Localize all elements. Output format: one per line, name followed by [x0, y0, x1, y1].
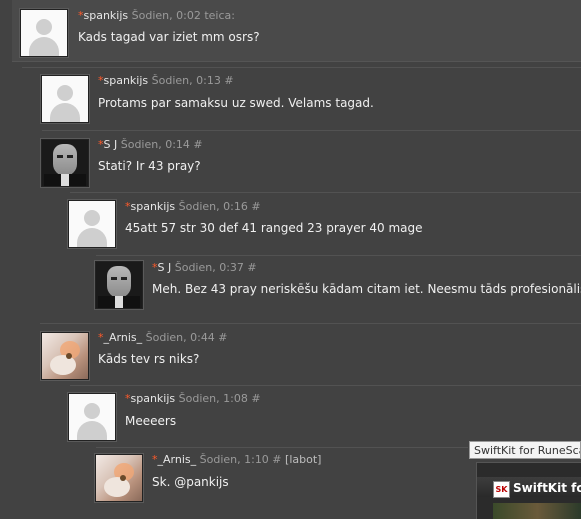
comment-meta: *_Arnis_ Šodien, 1:10 # [labot] [152, 453, 321, 466]
preview-title: SwiftKit for R [513, 481, 581, 495]
comment-text: Kāds tev rs niks? [98, 352, 200, 366]
comment-text: Meh. Bez 43 pray neriskēšu kādam citam i… [152, 282, 581, 296]
divider [96, 255, 581, 256]
divider [40, 323, 581, 324]
divider [22, 67, 581, 68]
comment-timestamp: Šodien, 0:44 # [145, 331, 228, 344]
comment-author[interactable]: spankijs [131, 200, 176, 213]
comment-timestamp: Šodien, 1:08 # [178, 392, 261, 405]
comment-author[interactable]: spankijs [104, 74, 149, 87]
taskbar-preview[interactable]: SK SwiftKit for R [476, 462, 581, 519]
comment-author[interactable]: spankijs [84, 9, 129, 22]
edit-link[interactable]: [labot] [285, 453, 321, 466]
comment-text: Sk. @pankijs [152, 475, 229, 489]
comment-meta: *S J Šodien, 0:14 # [98, 138, 203, 151]
comment-timestamp: Šodien, 0:13 # [151, 74, 234, 87]
comment-text: Kads tagad var iziet mm osrs? [78, 30, 260, 44]
comment-timestamp: Šodien, 0:16 # [178, 200, 261, 213]
taskbar-tooltip: SwiftKit for RuneScap [469, 441, 581, 459]
comment-author[interactable]: spankijs [131, 392, 176, 405]
cat-avatar[interactable] [95, 454, 143, 502]
default-avatar[interactable] [41, 75, 89, 123]
divider [96, 447, 468, 448]
comment-timestamp: Šodien, 1:10 # [199, 453, 282, 466]
comment-meta: *spankijs Šodien, 0:16 # [125, 200, 261, 213]
default-avatar[interactable] [20, 9, 68, 57]
comment-text: Meeeers [125, 414, 177, 428]
comment-author[interactable]: S J [104, 138, 118, 151]
comment-text: Stati? Ir 43 pray? [98, 159, 201, 173]
divider [70, 192, 581, 193]
comment-meta: *spankijs Šodien, 1:08 # [125, 392, 261, 405]
comment-meta: *_Arnis_ Šodien, 0:44 # [98, 331, 228, 344]
gman-avatar[interactable] [95, 261, 143, 309]
default-avatar[interactable] [68, 393, 116, 441]
cat-avatar[interactable] [41, 332, 89, 380]
comment-author[interactable]: S J [158, 261, 172, 274]
comment-timestamp: Šodien, 0:37 # [174, 261, 257, 274]
comment-timestamp: Šodien, 0:02 teica: [131, 9, 235, 22]
divider [42, 130, 581, 131]
swiftkit-icon: SK [493, 481, 510, 498]
default-avatar[interactable] [68, 200, 116, 248]
preview-thumbnail [493, 503, 581, 519]
comment-meta: *spankijs Šodien, 0:02 teica: [78, 9, 235, 22]
comment-meta: *S J Šodien, 0:37 # [152, 261, 257, 274]
comment-author[interactable]: _Arnis_ [158, 453, 197, 466]
gman-avatar[interactable] [41, 139, 89, 187]
comment-text: Protams par samaksu uz swed. Velams taga… [98, 96, 374, 110]
divider [70, 385, 581, 386]
comment-meta: *spankijs Šodien, 0:13 # [98, 74, 234, 87]
comment-text: 45att 57 str 30 def 41 ranged 23 prayer … [125, 221, 423, 235]
comment-author[interactable]: _Arnis_ [104, 331, 143, 344]
comment-timestamp: Šodien, 0:14 # [120, 138, 203, 151]
